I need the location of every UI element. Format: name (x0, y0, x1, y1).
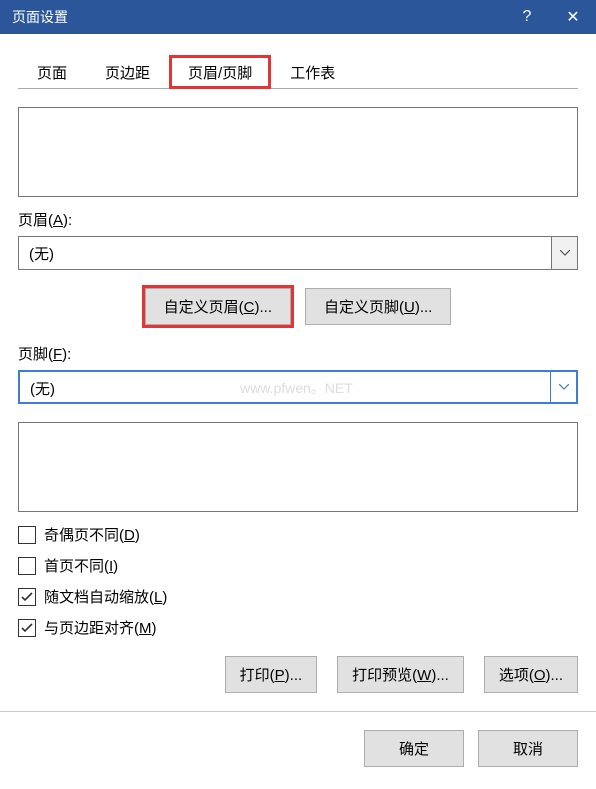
ok-button[interactable]: 确定 (364, 730, 464, 767)
custom-header-button[interactable]: 自定义页眉(C)... (145, 288, 291, 325)
help-button[interactable]: ? (504, 0, 550, 34)
header-label: 页眉(A): (18, 209, 578, 230)
footer-preview (18, 422, 578, 512)
custom-footer-button[interactable]: 自定义页脚(U)... (305, 288, 451, 325)
chevron-down-icon (550, 372, 576, 402)
dialog-content: 页面 页边距 页眉/页脚 工作表 页眉(A): (无) 自定义页眉(C)... … (0, 34, 596, 711)
checkbox-label: 首页不同(I) (44, 555, 118, 576)
checkbox-scale-doc[interactable]: 随文档自动缩放(L) (18, 586, 578, 607)
chevron-down-icon (551, 237, 577, 269)
header-dropdown[interactable]: (无) (18, 236, 578, 270)
tab-bar: 页面 页边距 页眉/页脚 工作表 (18, 54, 578, 89)
checkbox-icon (18, 526, 36, 544)
checkbox-label: 随文档自动缩放(L) (44, 586, 167, 607)
options-button[interactable]: 选项(O)... (484, 656, 578, 693)
checkbox-icon (18, 557, 36, 575)
header-preview (18, 107, 578, 197)
print-preview-button[interactable]: 打印预览(W)... (337, 656, 464, 693)
watermark-text: www.pfwen。NET (240, 378, 353, 398)
checkbox-icon (18, 619, 36, 637)
tab-margins[interactable]: 页边距 (86, 55, 169, 89)
checkbox-label: 奇偶页不同(D) (44, 524, 140, 545)
tab-sheet[interactable]: 工作表 (271, 55, 354, 89)
checkbox-align-margins[interactable]: 与页边距对齐(M) (18, 617, 578, 638)
checkbox-diff-odd-even[interactable]: 奇偶页不同(D) (18, 524, 578, 545)
dialog-footer: 确定 取消 (0, 711, 596, 785)
window-title: 页面设置 (12, 7, 504, 27)
checkbox-label: 与页边距对齐(M) (44, 617, 157, 638)
header-dropdown-value: (无) (19, 237, 551, 269)
tab-header-footer[interactable]: 页眉/页脚 (169, 55, 271, 89)
checkbox-diff-first[interactable]: 首页不同(I) (18, 555, 578, 576)
checkbox-icon (18, 588, 36, 606)
close-button[interactable]: ✕ (550, 0, 596, 34)
titlebar: 页面设置 ? ✕ (0, 0, 596, 34)
footer-label: 页脚(F): (18, 343, 578, 364)
tab-page[interactable]: 页面 (18, 55, 86, 89)
print-button[interactable]: 打印(P)... (225, 656, 318, 693)
cancel-button[interactable]: 取消 (478, 730, 578, 767)
